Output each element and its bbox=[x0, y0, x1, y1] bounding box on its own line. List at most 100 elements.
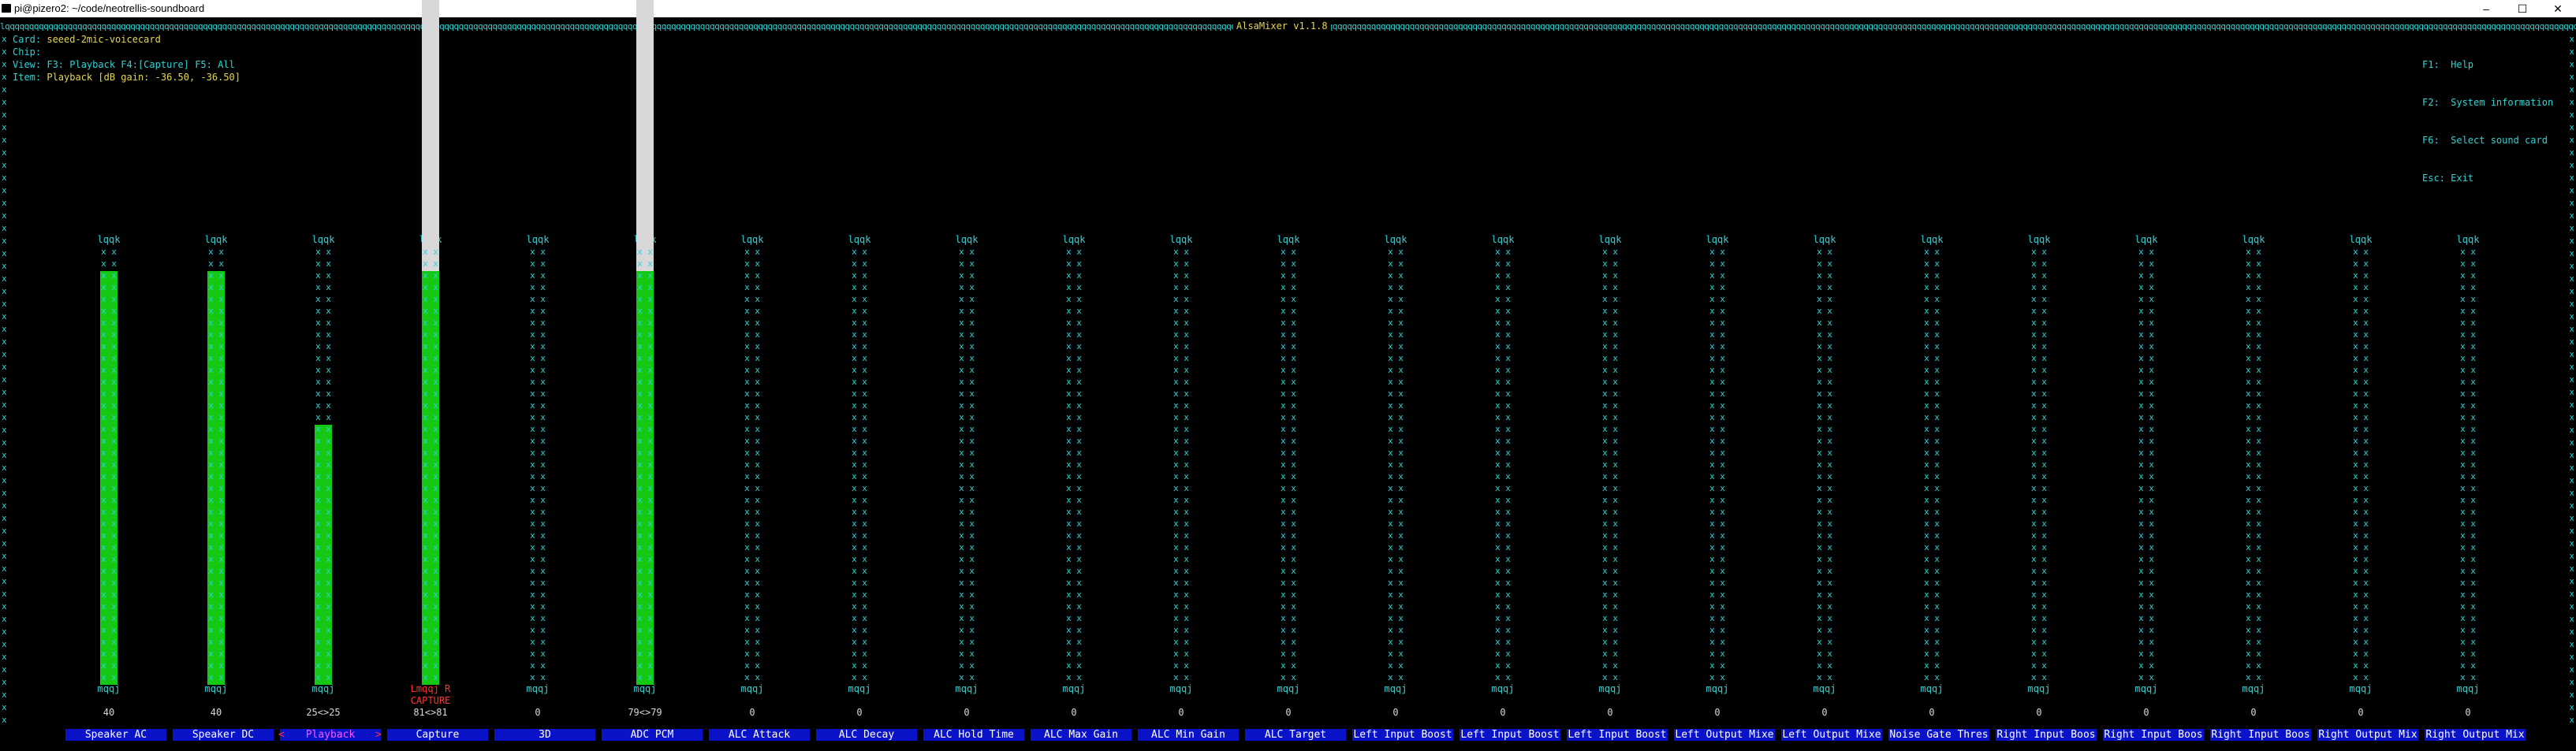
volume-slider[interactable]: x x x x x x x x x x x x x x x x x x x x … bbox=[2349, 246, 2373, 683]
channel-name[interactable]: Right Output Mix bbox=[2317, 729, 2418, 741]
channel-name[interactable]: Left Input Boost bbox=[1567, 729, 1668, 741]
slider-cap: lqqk bbox=[2349, 234, 2373, 245]
selection-arrow-left: < bbox=[278, 729, 285, 741]
channel-value: 81<>81 bbox=[413, 707, 448, 718]
slider-ticks: x x x x x x x x x x x x x x x x x x x x … bbox=[1709, 247, 1725, 682]
volume-slider[interactable]: x x x x x x x x x x x x x x x x x x x x … bbox=[740, 246, 764, 683]
slider-ticks: x x x x x x x x x x x x x x x x x x x x … bbox=[530, 247, 546, 682]
channel-name[interactable]: Speaker DC bbox=[173, 729, 274, 741]
chip-label: Chip: bbox=[13, 46, 42, 58]
item-value: Playback [dB gain: -36.50, -36.50] bbox=[47, 72, 240, 83]
help-f2[interactable]: F2: System information bbox=[2422, 96, 2553, 109]
slider-cap: lqqk bbox=[1706, 234, 1729, 245]
slider-cap: lqqk bbox=[740, 234, 764, 245]
slider-ticks: x x x x x x x x x x x x x x x x x x x x … bbox=[637, 247, 653, 682]
slider-fill-upper bbox=[422, 0, 439, 271]
channel-name[interactable]: Left Input Boost bbox=[1352, 729, 1453, 741]
channel-name[interactable]: ADC PCM bbox=[602, 729, 703, 741]
volume-slider[interactable]: x x x x x x x x x x x x x x x x x x x x … bbox=[2027, 246, 2051, 683]
volume-slider[interactable]: x x x x x x x x x x x x x x x x x x x x … bbox=[633, 0, 657, 685]
volume-slider[interactable]: x x x x x x x x x x x x x x x x x x x x … bbox=[1062, 246, 1086, 683]
channel-value: 0 bbox=[2358, 707, 2364, 718]
terminal[interactable]: lqqqqqqqqqqqqqqqqqqqqqqqqqqqqqqqqqqqqqqq… bbox=[0, 0, 2576, 751]
volume-slider[interactable]: x x x x x x x x x x x x x x x x x x x x … bbox=[97, 246, 121, 685]
slider-bottom: mqqj bbox=[633, 683, 657, 694]
slider-cap: lqqk bbox=[526, 234, 550, 245]
volume-slider[interactable]: x x x x x x x x x x x x x x x x x x x x … bbox=[955, 246, 979, 683]
terminal-icon bbox=[2, 4, 11, 13]
minimize-button[interactable]: – bbox=[2468, 0, 2504, 17]
slider-bottom: mqqj bbox=[1277, 683, 1300, 694]
slider-cap: lqqk bbox=[311, 234, 335, 245]
channel-value: 0 bbox=[1607, 707, 1613, 718]
slider-ticks: x x x x x x x x x x x x x x x x x x x x … bbox=[744, 247, 760, 682]
channel-name[interactable]: 3D bbox=[494, 729, 595, 741]
channel-name[interactable]: Right Input Boos bbox=[2210, 729, 2311, 741]
slider-ticks: x x x x x x x x x x x x x x x x x x x x … bbox=[101, 247, 117, 682]
help-f1[interactable]: F1: Help bbox=[2422, 58, 2553, 71]
volume-slider[interactable]: x x x x x x x x x x x x x x x x x x x x … bbox=[311, 246, 335, 685]
channel-name[interactable]: Right Input Boos bbox=[2103, 729, 2204, 741]
slider-bottom: mqqj bbox=[1920, 683, 1944, 694]
channel-value: 0 bbox=[749, 707, 755, 718]
slider-ticks: x x x x x x x x x x x x x x x x x x x x … bbox=[1495, 247, 1511, 682]
help-f6[interactable]: F6: Select sound card bbox=[2422, 134, 2553, 147]
view-value[interactable]: F3: Playback F4:[Capture] F5: All bbox=[47, 59, 234, 70]
channel-name[interactable]: Left Output Mixe bbox=[1674, 729, 1775, 741]
channel-value: 0 bbox=[1178, 707, 1184, 718]
volume-slider[interactable]: x x x x x x x x x x x x x x x x x x x x … bbox=[2456, 246, 2480, 683]
channel-name[interactable]: ALC Hold Time bbox=[923, 729, 1024, 741]
volume-slider[interactable]: x x x x x x x x x x x x x x x x x x x x … bbox=[1169, 246, 1193, 683]
volume-slider[interactable]: x x x x x x x x x x x x x x x x x x x x … bbox=[2242, 246, 2265, 683]
channel-name[interactable]: Noise Gate Thres bbox=[1888, 729, 1989, 741]
slider-cap: lqqk bbox=[1920, 234, 1944, 245]
help-panel: F1: Help F2: System information F6: Sele… bbox=[2422, 33, 2553, 210]
volume-slider[interactable]: x x x x x x x x x x x x x x x x x x x x … bbox=[419, 0, 442, 685]
channel-name[interactable]: ALC Attack bbox=[709, 729, 810, 741]
close-button[interactable]: ✕ bbox=[2540, 0, 2576, 17]
slider-ticks: x x x x x x x x x x x x x x x x x x x x … bbox=[959, 247, 975, 682]
channel-name[interactable]: Right Output Mix bbox=[2425, 729, 2526, 741]
slider-bottom: mqqj bbox=[1169, 683, 1193, 694]
info-panel: Card: seeed-2mic-voicecard Chip: View: F… bbox=[13, 33, 240, 84]
slider-ticks: x x x x x x x x x x x x x x x x x x x x … bbox=[315, 247, 331, 682]
help-esc[interactable]: Esc: Exit bbox=[2422, 172, 2553, 184]
volume-slider[interactable]: x x x x x x x x x x x x x x x x x x x x … bbox=[204, 246, 228, 685]
channel-value: 0 bbox=[1929, 707, 1935, 718]
volume-slider[interactable]: x x x x x x x x x x x x x x x x x x x x … bbox=[848, 246, 871, 683]
slider-cap: lqqk bbox=[2456, 234, 2480, 245]
channel-name[interactable]: ALC Max Gain bbox=[1031, 729, 1131, 741]
card-value: seeed-2mic-voicecard bbox=[47, 34, 161, 45]
slider-bottom: mqqj bbox=[1491, 683, 1515, 694]
channel-name[interactable]: ALC Decay bbox=[816, 729, 917, 741]
channel-name[interactable]: ALC Min Gain bbox=[1138, 729, 1239, 741]
volume-slider[interactable]: x x x x x x x x x x x x x x x x x x x x … bbox=[1598, 246, 1622, 683]
volume-slider[interactable]: x x x x x x x x x x x x x x x x x x x x … bbox=[2134, 246, 2158, 683]
channel-value: 0 bbox=[1500, 707, 1506, 718]
slider-ticks: x x x x x x x x x x x x x x x x x x x x … bbox=[2353, 247, 2369, 682]
channel-name[interactable]: Right Input Boos bbox=[1996, 729, 2097, 741]
volume-slider[interactable]: x x x x x x x x x x x x x x x x x x x x … bbox=[1491, 246, 1515, 683]
channel-value: 0 bbox=[2143, 707, 2149, 718]
channel-name[interactable]: Left Output Mixe bbox=[1781, 729, 1882, 741]
selection-arrow-right: > bbox=[375, 729, 382, 741]
volume-slider[interactable]: x x x x x x x x x x x x x x x x x x x x … bbox=[1384, 246, 1407, 683]
channel-name[interactable]: Left Input Boost bbox=[1459, 729, 1560, 741]
volume-slider[interactable]: x x x x x x x x x x x x x x x x x x x x … bbox=[1277, 246, 1300, 683]
maximize-button[interactable]: ☐ bbox=[2504, 0, 2541, 17]
slider-bottom: mqqj bbox=[740, 683, 764, 694]
volume-slider[interactable]: x x x x x x x x x x x x x x x x x x x x … bbox=[526, 246, 550, 683]
capture-toggle[interactable]: CAPTURE bbox=[407, 695, 454, 706]
channel-name[interactable]: Playback bbox=[280, 729, 381, 741]
slider-bottom: mqqj bbox=[1598, 683, 1622, 694]
channel-name[interactable]: Capture bbox=[387, 729, 488, 741]
channel-name[interactable]: ALC Target bbox=[1245, 729, 1346, 741]
slider-bottom: mqqj bbox=[526, 683, 550, 694]
channel-value: 0 bbox=[1714, 707, 1720, 718]
volume-slider[interactable]: x x x x x x x x x x x x x x x x x x x x … bbox=[1813, 246, 1836, 683]
volume-slider[interactable]: x x x x x x x x x x x x x x x x x x x x … bbox=[1706, 246, 1729, 683]
volume-slider[interactable]: x x x x x x x x x x x x x x x x x x x x … bbox=[1920, 246, 1944, 683]
channel-name[interactable]: Speaker AC bbox=[65, 729, 166, 741]
slider-ticks: x x x x x x x x x x x x x x x x x x x x … bbox=[852, 247, 867, 682]
slider-bottom: mqqj bbox=[1706, 683, 1729, 694]
